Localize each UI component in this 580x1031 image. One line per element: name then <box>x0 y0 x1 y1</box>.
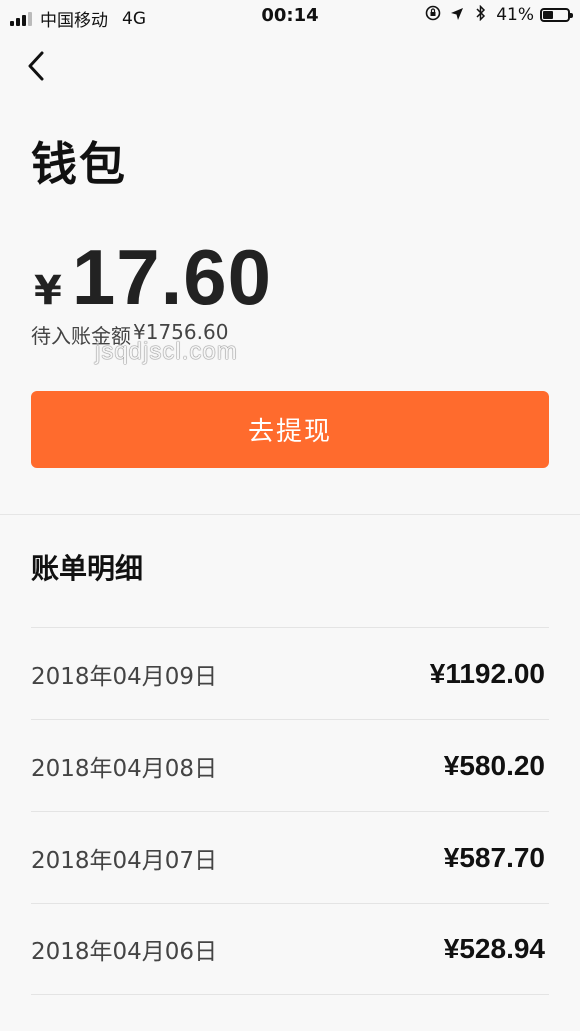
bill-date: 2018年04月07日 <box>31 847 218 874</box>
status-bar: 中国移动 4G 00:14 41% <box>0 0 580 34</box>
battery-percent: 41% <box>496 5 534 25</box>
bill-amount: ¥1192.00 <box>429 657 545 689</box>
location-arrow-icon <box>448 6 466 25</box>
withdraw-button[interactable]: 去提现 <box>31 391 549 468</box>
section-divider <box>0 514 580 515</box>
bill-amount: ¥528.94 <box>443 933 545 964</box>
bill-row[interactable]: 2018年04月08日 ¥580.20 <box>31 719 549 811</box>
bill-amount: ¥580.20 <box>443 749 545 781</box>
watermark: jsqdjscl.com <box>95 338 238 365</box>
bluetooth-icon <box>472 4 490 25</box>
bill-amount: ¥587.70 <box>443 841 545 873</box>
bill-row[interactable]: 2018年04月07日 ¥587.70 <box>31 811 549 903</box>
currency-symbol: ¥ <box>34 268 62 314</box>
status-right: 41% <box>424 4 573 25</box>
bill-row[interactable]: 2018年04月06日 ¥528.94 <box>31 903 549 995</box>
rotation-lock-icon <box>424 5 442 25</box>
battery-icon <box>540 8 573 22</box>
bill-date: 2018年04月09日 <box>31 663 218 690</box>
bill-date: 2018年04月08日 <box>31 755 218 782</box>
balance-display: ¥ 17.60 <box>34 232 272 323</box>
section-title: 账单明细 <box>31 552 144 585</box>
bill-list: 2018年04月09日 ¥1192.00 2018年04月08日 ¥580.20… <box>31 627 549 995</box>
back-button[interactable] <box>18 44 54 88</box>
page-title: 钱包 <box>31 137 127 191</box>
bill-date: 2018年04月06日 <box>31 939 218 965</box>
chevron-left-icon <box>28 51 44 81</box>
bill-row[interactable]: 2018年04月09日 ¥1192.00 <box>31 627 549 719</box>
battery-level <box>543 11 553 19</box>
balance-amount: 17.60 <box>71 233 273 321</box>
